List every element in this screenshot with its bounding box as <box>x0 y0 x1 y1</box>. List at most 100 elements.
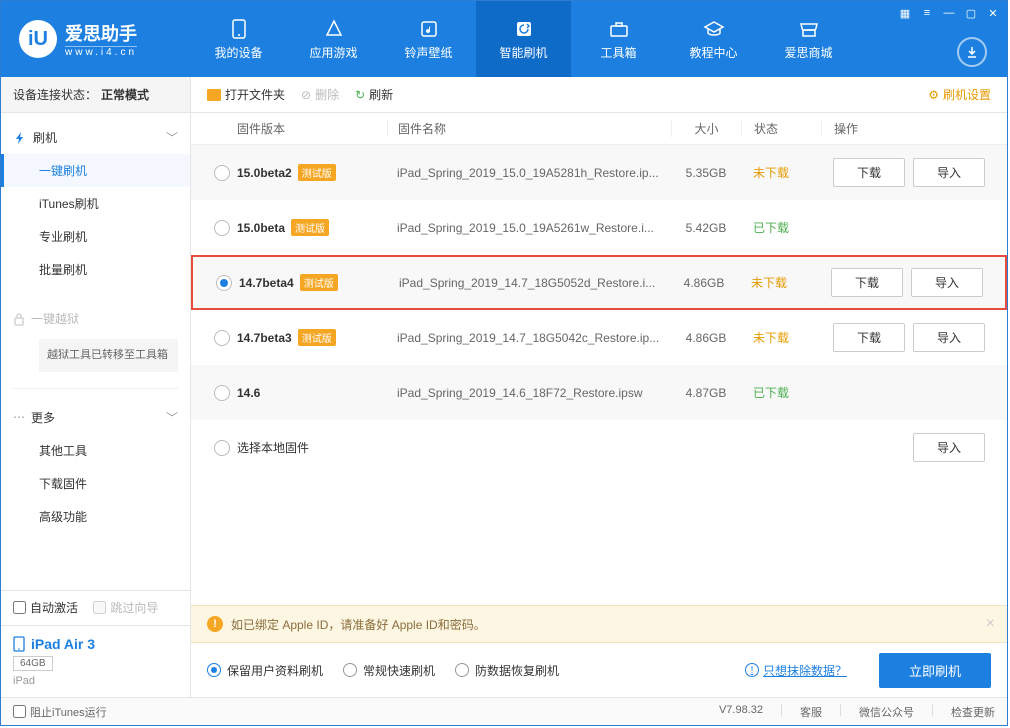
import-button[interactable]: 导入 <box>913 158 985 187</box>
customer-service-link[interactable]: 客服 <box>800 704 822 720</box>
close-icon[interactable]: ✕ <box>983 5 1003 21</box>
row-radio[interactable] <box>216 275 232 291</box>
flash-options: 保留用户资料刷机 常规快速刷机 防数据恢复刷机 ! 只想抹除数据？ 立即刷机 <box>191 643 1007 697</box>
beta-badge: 测试版 <box>298 164 336 181</box>
nav-toolbox[interactable]: 工具箱 <box>571 1 666 77</box>
sidebar-item-download-fw[interactable]: 下载固件 <box>1 467 190 500</box>
table-row[interactable]: 14.7beta3测试版 iPad_Spring_2019_14.7_18G50… <box>191 310 1007 365</box>
firmware-version: 14.7beta3 <box>237 331 292 345</box>
row-radio[interactable] <box>214 165 230 181</box>
firmware-table: 15.0beta2测试版 iPad_Spring_2019_15.0_19A52… <box>191 145 1007 605</box>
firmware-size: 4.86GB <box>671 331 741 345</box>
option-anti-loss[interactable]: 防数据恢复刷机 <box>455 662 559 679</box>
sidebar-item-pro[interactable]: 专业刷机 <box>1 220 190 253</box>
col-version: 固件版本 <box>237 120 387 137</box>
top-nav: 我的设备 应用游戏 铃声壁纸 智能刷机 工具箱 教程中心 <box>191 1 1007 77</box>
download-button[interactable]: 下载 <box>833 323 905 352</box>
nav-tutorials[interactable]: 教程中心 <box>666 1 761 77</box>
nav-apps-games[interactable]: 应用游戏 <box>286 1 381 77</box>
firmware-filename: iPad_Spring_2019_15.0_19A5281h_Restore.i… <box>387 166 671 180</box>
import-button[interactable]: 导入 <box>913 323 985 352</box>
nav-smart-flash[interactable]: 智能刷机 <box>476 1 571 77</box>
local-firmware-label: 选择本地固件 <box>237 439 309 456</box>
folder-icon <box>207 89 221 101</box>
col-status: 状态 <box>741 120 821 137</box>
version-label: V7.98.32 <box>719 704 763 720</box>
radio-off-icon <box>455 663 469 677</box>
sidebar-item-itunes[interactable]: iTunes刷机 <box>1 187 190 220</box>
sidebar-flash-head[interactable]: 刷机 ﹀ <box>1 121 190 154</box>
table-row-local[interactable]: 选择本地固件 导入 <box>191 420 1007 475</box>
phone-icon <box>228 18 250 40</box>
import-button[interactable]: 导入 <box>911 268 983 297</box>
firmware-status: 未下载 <box>741 329 821 346</box>
table-row[interactable]: 15.0beta测试版 iPad_Spring_2019_15.0_19A526… <box>191 200 1007 255</box>
table-row[interactable]: 14.6 iPad_Spring_2019_14.6_18F72_Restore… <box>191 365 1007 420</box>
erase-data-link[interactable]: ! 只想抹除数据？ <box>745 662 847 679</box>
sidebar-more-head[interactable]: ⋯ 更多 ﹀ <box>1 401 190 434</box>
download-manager-icon[interactable] <box>957 37 987 67</box>
open-folder-button[interactable]: 打开文件夹 <box>207 86 285 103</box>
nav-my-device[interactable]: 我的设备 <box>191 1 286 77</box>
auto-activate-checkbox[interactable]: 自动激活 <box>13 599 78 616</box>
check-update-link[interactable]: 检查更新 <box>951 704 995 720</box>
refresh-icon: ↻ <box>355 88 365 102</box>
download-button[interactable]: 下载 <box>831 268 903 297</box>
flash-now-button[interactable]: 立即刷机 <box>879 653 991 688</box>
firmware-status: 已下载 <box>741 219 821 236</box>
row-radio[interactable] <box>214 220 230 236</box>
menu-icon[interactable]: ≡ <box>917 5 937 21</box>
nav-ringtones[interactable]: 铃声壁纸 <box>381 1 476 77</box>
device-type: iPad <box>13 675 178 687</box>
row-radio[interactable] <box>214 330 230 346</box>
flash-icon <box>13 131 27 145</box>
table-row[interactable]: 15.0beta2测试版 iPad_Spring_2019_15.0_19A52… <box>191 145 1007 200</box>
maximize-icon[interactable]: ▢ <box>961 5 981 21</box>
col-name: 固件名称 <box>387 120 671 137</box>
skin-icon[interactable]: ▦ <box>895 5 915 21</box>
import-button[interactable]: 导入 <box>913 433 985 462</box>
refresh-button[interactable]: ↻ 刷新 <box>355 86 393 103</box>
block-itunes-checkbox[interactable]: 阻止iTunes运行 <box>13 704 107 720</box>
firmware-size: 5.35GB <box>671 166 741 180</box>
minimize-icon[interactable]: — <box>939 5 959 21</box>
table-row[interactable]: 14.7beta4测试版 iPad_Spring_2019_14.7_18G50… <box>191 255 1007 310</box>
logo-icon: iU <box>19 20 57 58</box>
beta-badge: 测试版 <box>291 219 329 236</box>
option-normal[interactable]: 常规快速刷机 <box>343 662 435 679</box>
sidebar-item-other-tools[interactable]: 其他工具 <box>1 434 190 467</box>
col-ops: 操作 <box>821 120 991 137</box>
wechat-link[interactable]: 微信公众号 <box>859 704 914 720</box>
logo-url: www.i4.cn <box>65 46 137 58</box>
firmware-filename: iPad_Spring_2019_14.6_18F72_Restore.ipsw <box>387 386 671 400</box>
nav-store[interactable]: 爱思商城 <box>761 1 856 77</box>
flash-settings-button[interactable]: ⚙ 刷机设置 <box>928 86 991 103</box>
app-header: iU 爱思助手 www.i4.cn 我的设备 应用游戏 铃声壁纸 智能刷机 <box>1 1 1007 77</box>
download-button[interactable]: 下载 <box>833 158 905 187</box>
firmware-version: 14.7beta4 <box>239 276 294 290</box>
status-footer: 阻止iTunes运行 V7.98.32 客服 微信公众号 检查更新 <box>1 697 1007 725</box>
firmware-filename: iPad_Spring_2019_15.0_19A5261w_Restore.i… <box>387 221 671 235</box>
window-controls: ▦ ≡ — ▢ ✕ <box>895 5 1003 21</box>
option-keep-data[interactable]: 保留用户资料刷机 <box>207 662 323 679</box>
delete-button: ⊘ 删除 <box>301 86 339 103</box>
firmware-status: 未下载 <box>739 274 819 291</box>
radio-off-icon <box>343 663 357 677</box>
skip-guide-checkbox[interactable]: 跳过向导 <box>93 599 158 616</box>
row-radio[interactable] <box>214 440 230 456</box>
logo: iU 爱思助手 www.i4.cn <box>1 1 191 77</box>
refresh-icon <box>513 18 535 40</box>
warning-close-icon[interactable]: × <box>986 615 995 633</box>
lock-icon <box>13 312 25 326</box>
row-radio[interactable] <box>214 385 230 401</box>
chevron-down-icon: ﹀ <box>166 409 178 426</box>
sidebar-bottom-options: 自动激活 跳过向导 <box>1 590 190 625</box>
device-name[interactable]: iPad Air 3 <box>13 636 178 652</box>
sidebar-item-advanced[interactable]: 高级功能 <box>1 500 190 533</box>
delete-icon: ⊘ <box>301 88 311 102</box>
sidebar-item-oneclick[interactable]: 一键刷机 <box>1 154 190 187</box>
info-icon: ! <box>745 663 759 677</box>
chevron-down-icon: ﹀ <box>166 129 178 146</box>
sidebar-item-batch[interactable]: 批量刷机 <box>1 253 190 286</box>
jailbreak-note: 越狱工具已转移至工具箱 <box>39 339 178 372</box>
